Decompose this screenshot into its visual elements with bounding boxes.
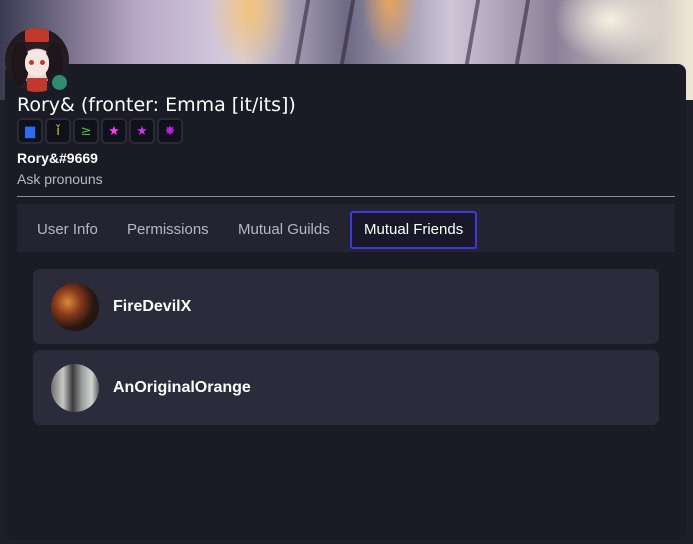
yellow-candle-badge-icon[interactable]: ǐ — [45, 118, 71, 144]
green-prompt-badge-icon[interactable]: ≥ — [73, 118, 99, 144]
friend-avatar — [51, 364, 99, 412]
magenta-star-badge-icon[interactable]: ★ — [129, 118, 155, 144]
tab-user-info[interactable]: User Info — [37, 211, 98, 249]
banner-detail — [513, 0, 531, 70]
blue-box-badge-icon[interactable]: ▆ — [17, 118, 43, 144]
profile-tab-bar: User Info Permissions Mutual Guilds Mutu… — [17, 204, 675, 252]
pronouns: Ask pronouns — [17, 171, 103, 187]
tab-mutual-guilds[interactable]: Mutual Guilds — [238, 211, 330, 249]
username: Rory&#9669 — [17, 150, 98, 166]
banner-detail — [338, 0, 356, 70]
friend-name: FireDevilX — [113, 298, 192, 315]
tab-mutual-friends[interactable]: Mutual Friends — [350, 211, 478, 249]
purple-burst-badge-icon[interactable]: ✸ — [157, 118, 183, 144]
online-status-indicator — [49, 72, 70, 93]
mutual-friend-item[interactable]: AnOriginalOrange — [33, 350, 659, 425]
divider — [17, 196, 675, 197]
tab-permissions[interactable]: Permissions — [127, 211, 209, 249]
banner-detail — [293, 0, 311, 70]
friend-avatar — [51, 283, 99, 331]
pink-star-badge-icon[interactable]: ★ — [101, 118, 127, 144]
badge-list: ▆ ǐ ≥ ★ ★ ✸ — [17, 118, 183, 144]
friend-name: AnOriginalOrange — [113, 379, 251, 396]
mutual-friend-item[interactable]: FireDevilX — [33, 269, 659, 344]
display-name: Rory& (fronter: Emma [it/its]) — [17, 94, 296, 116]
banner-detail — [463, 0, 481, 70]
